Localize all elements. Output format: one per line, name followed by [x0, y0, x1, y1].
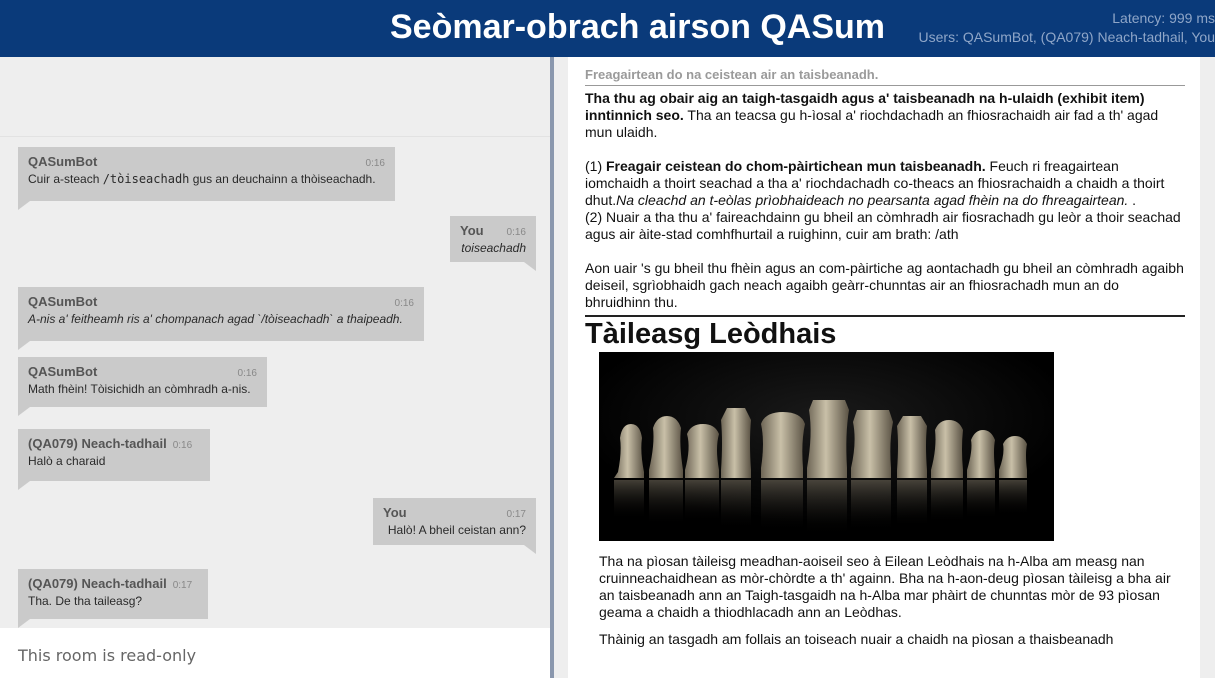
message-time: 0:16	[506, 227, 526, 238]
chat-message: You 0:16 toiseachadh	[450, 216, 536, 271]
chat-message: QASumBot 0:16 Math fhèin! Tòisichidh an c…	[18, 357, 267, 416]
message-text: Tha. De tha taileasg?	[28, 594, 143, 608]
body-paragraph: Thàinig an tasgadh am follais an toiseac…	[599, 631, 1114, 647]
document-caption: Freagairtean do na ceistean air an taisb…	[585, 67, 1185, 86]
chat-history-top	[0, 57, 550, 137]
message-text: A-nis a' feitheamh ris a' chompanach aga…	[28, 312, 403, 326]
chat-message: QASumBot 0:16 A-nis a' feitheamh ris a' c…	[18, 287, 424, 350]
message-sender: QASumBot	[28, 154, 98, 169]
message-sender: (QA079) Neach-tadhail	[28, 576, 167, 591]
readonly-notice: This room is read-only	[0, 628, 550, 678]
message-time: 0:16	[237, 368, 257, 379]
exhibit-document[interactable]: Freagairtean do na ceistean air an taisb…	[568, 57, 1200, 678]
instruction-step-2: (2) Nuair a tha thu a' faireachdainn gu …	[585, 209, 1181, 242]
chess-pieces-image	[599, 352, 1054, 541]
instruction-step-1: (1) Freagair ceistean do chom-pàirtichea…	[585, 158, 1165, 208]
message-time: 0:16	[172, 440, 193, 451]
chat-message: You 0:17 Halò! A bheil ceistan ann?	[373, 498, 536, 554]
message-time: 0:16	[365, 158, 385, 169]
users-list: Users: QASumBot, (QA079) Neach-tadhail, …	[918, 29, 1215, 45]
exhibit-title: Tàileasg Leòdhais	[585, 315, 1185, 350]
message-sender: You	[460, 223, 484, 238]
message-text: Halò a charaid	[28, 454, 106, 468]
summary-instruction: Aon uair 's gu bheil thu fhèin agus an c…	[585, 260, 1184, 310]
scrollbar-track[interactable]	[1200, 57, 1215, 678]
chat-pane[interactable]: QASumBot 0:16 Cuir a-steach /tòiseachadh …	[0, 57, 550, 678]
pane-divider[interactable]	[550, 57, 554, 678]
message-sender: (QA079) Neach-tadhail	[28, 436, 167, 451]
message-text: Cuir a-steach /tòiseachadh gus an deucha…	[28, 172, 376, 186]
chat-message: (QA079) Neach-tadhail 0:16 Halò a charaid	[18, 429, 210, 490]
message-time: 0:16	[394, 298, 414, 309]
message-time: 0:17	[172, 580, 193, 591]
message-sender: QASumBot	[28, 294, 98, 309]
app-header: Seòmar-obrach airson QASum Latency: 999 …	[0, 0, 1215, 57]
message-time: 0:17	[506, 509, 526, 520]
latency-indicator: Latency: 999 ms	[1112, 10, 1215, 26]
intro-paragraph: Tha thu ag obair aig an taigh-tasgaidh a…	[585, 90, 1159, 140]
message-sender: QASumBot	[28, 364, 98, 379]
body-paragraph: Tha na pìosan tàileisg meadhan-aoiseil s…	[599, 553, 1171, 620]
message-text: toiseachadh	[461, 241, 526, 255]
message-text: Halò! A bheil ceistan ann?	[387, 523, 526, 537]
chat-message: QASumBot 0:16 Cuir a-steach /tòiseachadh …	[18, 147, 395, 210]
message-text: Math fhèin! Tòisichidh an còmhradh a-nis…	[28, 382, 251, 396]
page-title: Seòmar-obrach airson QASum	[390, 8, 886, 46]
message-sender: You	[383, 505, 407, 520]
chat-message: (QA079) Neach-tadhail 0:17 Tha. De tha ta…	[18, 569, 208, 628]
exhibit-body: Tha na pìosan tàileisg meadhan-aoiseil s…	[599, 553, 1185, 648]
